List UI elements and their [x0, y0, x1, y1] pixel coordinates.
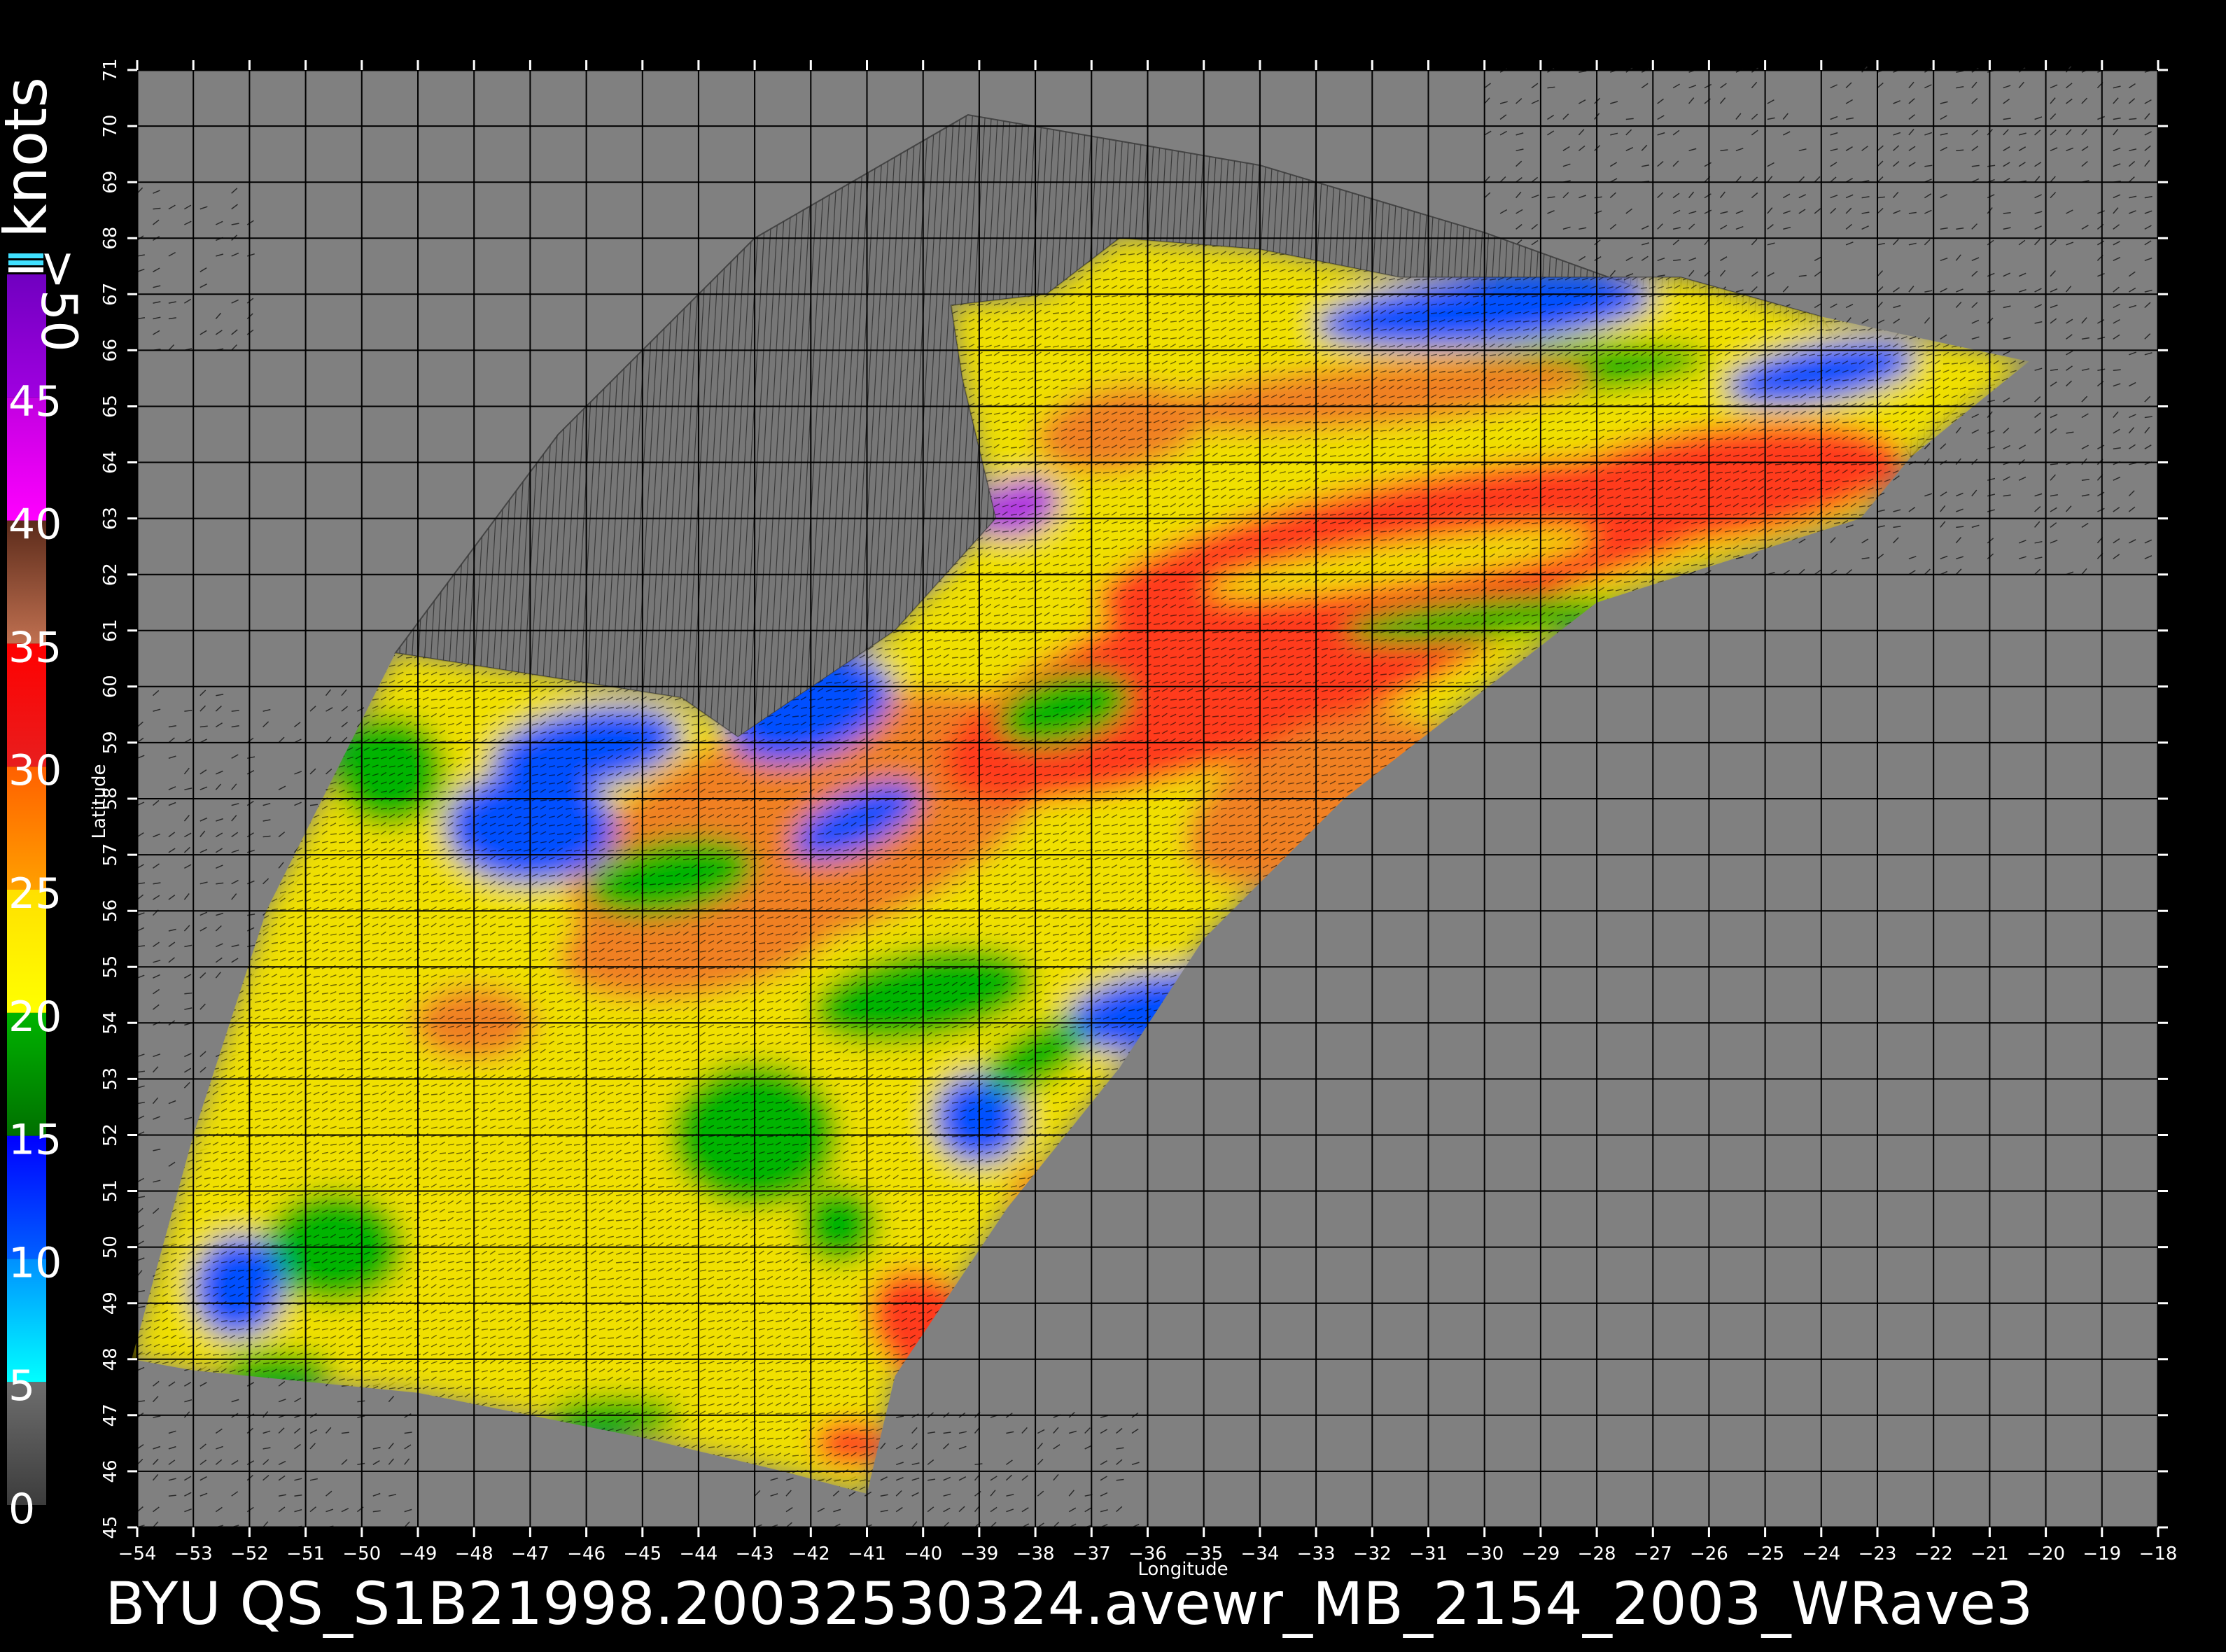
longitude-tick-label: −51	[286, 1544, 325, 1564]
longitude-tick-label: −27	[1634, 1544, 1672, 1564]
latitude-tick-label: 50	[100, 1236, 121, 1259]
longitude-tick-label: −43	[736, 1544, 774, 1564]
latitude-tick-label: 59	[100, 731, 121, 754]
longitude-tick-label: −52	[230, 1544, 269, 1564]
latitude-tick-label: 49	[100, 1292, 121, 1315]
latitude-tick-label: 54	[100, 1011, 121, 1035]
longitude-tick-label: −46	[567, 1544, 606, 1564]
legend-tick-label: 15	[8, 1116, 62, 1165]
longitude-tick-label: −19	[2082, 1544, 2121, 1564]
longitude-tick-label: −24	[1802, 1544, 1840, 1564]
legend-over-swatch	[8, 253, 43, 272]
longitude-tick-label: −31	[1409, 1544, 1448, 1564]
latitude-tick-label: 52	[100, 1124, 121, 1147]
legend-tick-label: 5	[8, 1362, 35, 1410]
latitude-tick-label: 45	[100, 1516, 121, 1539]
legend-tick-label: 45	[8, 377, 62, 426]
latitude-tick-label: 46	[100, 1460, 121, 1483]
latitude-tick-label: 65	[100, 395, 121, 418]
y-axis-label: Latitude	[89, 764, 110, 839]
longitude-tick-label: −37	[1072, 1544, 1111, 1564]
latitude-tick-label: 67	[100, 283, 121, 306]
longitude-tick-label: −18	[2139, 1544, 2178, 1564]
latitude-tick-label: 63	[100, 507, 121, 530]
longitude-tick-label: −49	[399, 1544, 438, 1564]
longitude-tick-label: −21	[1970, 1544, 2009, 1564]
legend-tick-label: 40	[8, 500, 62, 550]
wind-map: −54 −53 −52 −51 −50 −49 −48 −47 −46 −45 −44 −43 −42−…	[0, 58, 2178, 1638]
legend-tick-label: 0	[8, 1485, 35, 1534]
latitude-tick-label: 57	[100, 844, 121, 867]
longitude-tick-label: −30	[1465, 1544, 1504, 1564]
map-caption: BYU QS_S1B21998.20032530324.avewr_MB_215…	[105, 1569, 2033, 1638]
latitude-tick-label: 71	[100, 58, 121, 81]
latitude-tick-label: 48	[100, 1348, 121, 1371]
latitude-tick-label: 69	[100, 171, 121, 194]
latitude-tick-label: 62	[100, 563, 121, 586]
longitude-tick-label: −29	[1521, 1544, 1560, 1564]
longitude-tick-label: −38	[1016, 1544, 1055, 1564]
longitude-tick-label: −50	[342, 1544, 381, 1564]
latitude-tick-label: 70	[100, 115, 121, 138]
longitude-tick-label: −47	[511, 1544, 550, 1564]
longitude-tick-label: −53	[174, 1544, 213, 1564]
latitude-tick-label: 56	[100, 899, 121, 923]
latitude-tick-label: 47	[100, 1404, 121, 1427]
longitude-tick-label: −22	[1914, 1544, 1953, 1564]
latitude-tick-label: 66	[100, 339, 121, 362]
longitude-tick-label: −23	[1858, 1544, 1897, 1564]
latitude-tick-label: 53	[100, 1068, 121, 1091]
longitude-tick-label: −41	[848, 1544, 886, 1564]
longitude-tick-label: −44	[679, 1544, 718, 1564]
longitude-tick-label: −20	[2026, 1544, 2065, 1564]
longitude-tick-label: −40	[904, 1544, 942, 1564]
legend-tick-label: 35	[8, 623, 62, 672]
latitude-tick-label: 61	[100, 619, 121, 642]
longitude-tick-label: −54	[118, 1544, 157, 1564]
longitude-tick-label: −32	[1353, 1544, 1392, 1564]
latitude-tick-label: 55	[100, 955, 121, 979]
latitude-tick-label: 64	[100, 451, 121, 474]
longitude-tick-label: −42	[792, 1544, 830, 1564]
latitude-tick-label: 68	[100, 227, 121, 250]
longitude-tick-label: −26	[1690, 1544, 1728, 1564]
longitude-tick-label: −25	[1746, 1544, 1784, 1564]
longitude-tick-label: −48	[455, 1544, 493, 1564]
legend-tick-label: 30	[8, 746, 62, 795]
latitude-tick-label: 60	[100, 675, 121, 698]
legend-tick-label: 10	[8, 1238, 62, 1287]
legend-unit-label: knots	[0, 77, 60, 238]
longitude-tick-label: −39	[960, 1544, 998, 1564]
legend-tick-label: 25	[8, 869, 62, 918]
longitude-tick-label: −34	[1240, 1544, 1279, 1564]
latitude-tick-label: 51	[100, 1180, 121, 1203]
legend-tick-label: 20	[8, 993, 62, 1042]
longitude-tick-label: −28	[1578, 1544, 1616, 1564]
longitude-tick-label: −45	[623, 1544, 662, 1564]
longitude-tick-label: −33	[1297, 1544, 1336, 1564]
